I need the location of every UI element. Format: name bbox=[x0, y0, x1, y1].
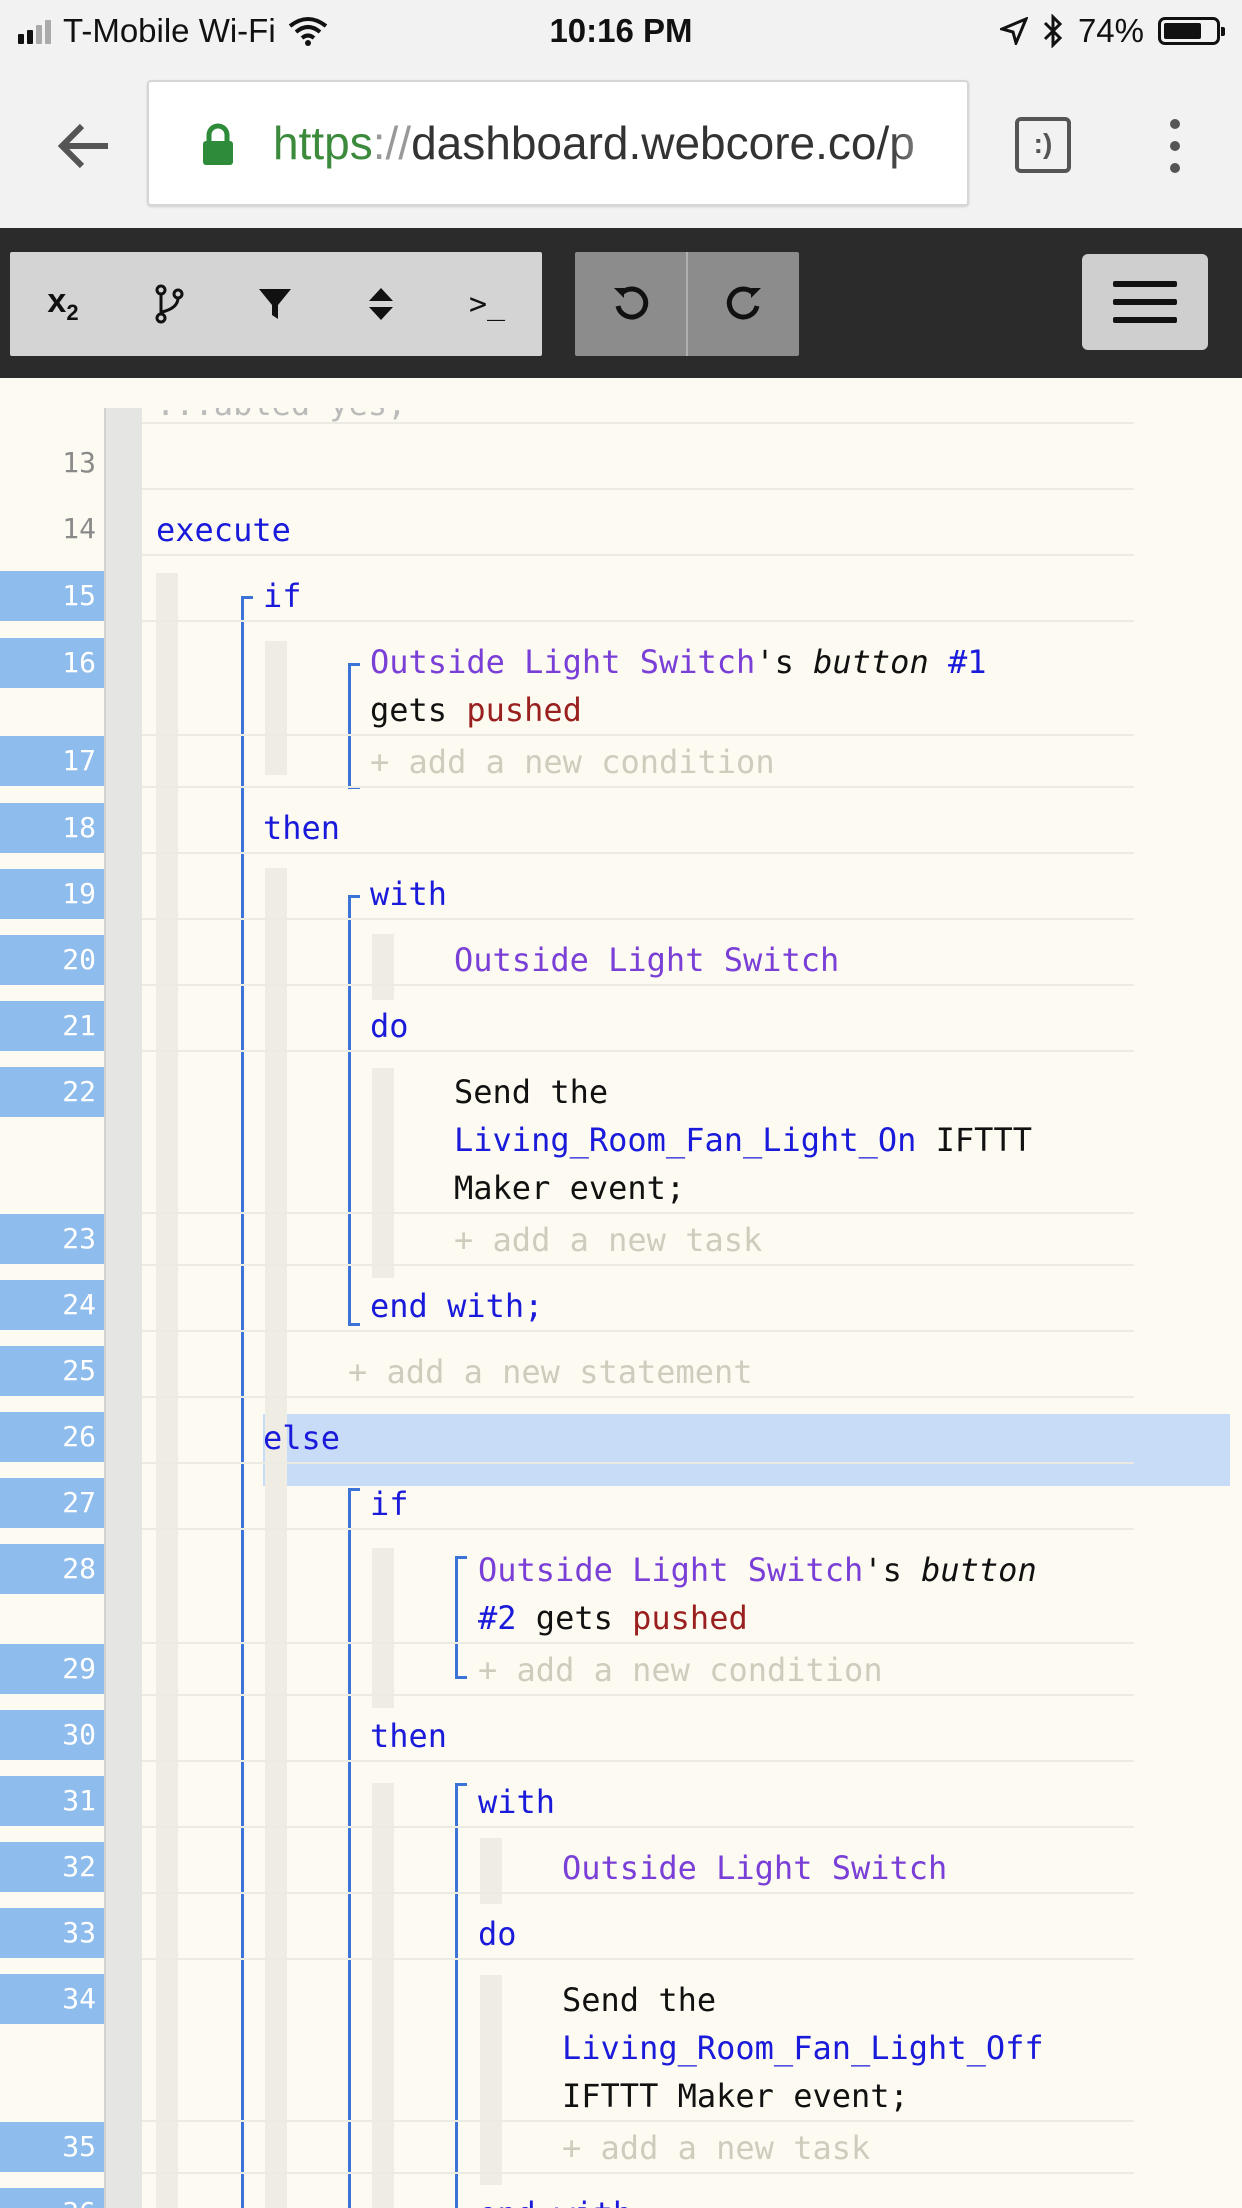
condition-statement[interactable]: Outside Light Switch's button bbox=[478, 1546, 1037, 1594]
task-statement[interactable]: Send the bbox=[454, 1068, 608, 1116]
add-statement-link[interactable]: + add a new statement bbox=[348, 1348, 753, 1396]
browser-bar: https://dashboard.webcore.co/p :) bbox=[0, 62, 1242, 228]
terminal-icon: >_ bbox=[468, 286, 506, 322]
tab-switcher-button[interactable]: :) bbox=[1015, 117, 1071, 173]
add-task-link[interactable]: + add a new task bbox=[454, 1216, 762, 1264]
if-keyword[interactable]: if bbox=[370, 1480, 409, 1528]
device-name[interactable]: Outside Light Switch bbox=[562, 1844, 947, 1892]
redo-button[interactable] bbox=[688, 252, 799, 356]
line-number[interactable]: 24 bbox=[0, 1280, 104, 1330]
do-keyword[interactable]: do bbox=[370, 1002, 409, 1050]
code-editor: ...abled yes; 13 14 execute 15 if 16 Out… bbox=[0, 408, 1242, 2208]
line-number[interactable]: 14 bbox=[0, 504, 104, 554]
task-statement-cont[interactable]: Living_Room_Fan_Light_On IFTTT bbox=[454, 1116, 1032, 1164]
selected-line-highlight bbox=[263, 1414, 1230, 1486]
add-task-link[interactable]: + add a new task bbox=[562, 2124, 870, 2172]
line-number[interactable]: 26 bbox=[0, 1412, 104, 1462]
end-with-keyword[interactable]: end with; bbox=[370, 1282, 543, 1330]
editor-edge-bar bbox=[104, 408, 142, 2208]
add-condition-link[interactable]: + add a new condition bbox=[478, 1646, 883, 1694]
if-keyword[interactable]: if bbox=[263, 572, 302, 620]
line-number[interactable]: 22 bbox=[0, 1067, 104, 1117]
toolbar-history-group bbox=[575, 252, 799, 356]
then-keyword[interactable]: then bbox=[263, 804, 340, 852]
line-number[interactable]: 16 bbox=[0, 638, 104, 688]
execute-keyword[interactable]: execute bbox=[156, 506, 291, 554]
then-keyword[interactable]: then bbox=[370, 1712, 447, 1760]
expand-collapse-button[interactable] bbox=[328, 252, 434, 356]
battery-percent: 74% bbox=[1077, 12, 1144, 49]
variables-icon: x2 bbox=[47, 282, 79, 325]
line-number[interactable]: 29 bbox=[0, 1644, 104, 1694]
line-number[interactable]: 15 bbox=[0, 571, 104, 621]
partial-code-line: ...abled yes; bbox=[156, 408, 406, 428]
undo-button[interactable] bbox=[575, 252, 686, 356]
task-statement-cont[interactable]: IFTTT Maker event; bbox=[562, 2072, 909, 2120]
variables-button[interactable]: x2 bbox=[10, 252, 116, 356]
else-keyword[interactable]: else bbox=[263, 1414, 340, 1462]
redo-icon bbox=[726, 286, 761, 320]
line-number[interactable]: 33 bbox=[0, 1908, 104, 1958]
terminal-button[interactable]: >_ bbox=[434, 252, 540, 356]
line-number[interactable]: 21 bbox=[0, 1001, 104, 1051]
do-keyword[interactable]: do bbox=[478, 1910, 517, 1958]
line-number[interactable]: 19 bbox=[0, 869, 104, 919]
filter-button[interactable] bbox=[222, 252, 328, 356]
expand-collapse-icon bbox=[369, 288, 393, 320]
line-number[interactable]: 27 bbox=[0, 1478, 104, 1528]
condition-statement[interactable]: Outside Light Switch's button #1 bbox=[370, 638, 987, 686]
undo-icon bbox=[613, 286, 648, 320]
line-number[interactable]: 25 bbox=[0, 1346, 104, 1396]
task-statement[interactable]: Send the bbox=[562, 1976, 716, 2024]
line-number[interactable]: 35 bbox=[0, 2122, 104, 2172]
back-arrow-icon[interactable] bbox=[52, 114, 116, 178]
line-number[interactable]: 23 bbox=[0, 1214, 104, 1264]
location-arrow-icon bbox=[999, 17, 1028, 45]
line-number[interactable]: 34 bbox=[0, 1974, 104, 2024]
branch-button[interactable] bbox=[116, 252, 222, 356]
line-number[interactable]: 36 bbox=[0, 2188, 104, 2208]
overflow-menu-icon[interactable] bbox=[1160, 114, 1190, 178]
line-number[interactable]: 18 bbox=[0, 803, 104, 853]
line-number[interactable]: 31 bbox=[0, 1776, 104, 1826]
branch-icon bbox=[155, 284, 184, 324]
task-statement-cont[interactable]: Living_Room_Fan_Light_Off bbox=[562, 2024, 1044, 2072]
editor-toolbar: x2 >_ bbox=[0, 228, 1242, 378]
line-number[interactable]: 17 bbox=[0, 736, 104, 786]
task-statement-cont[interactable]: Maker event; bbox=[454, 1164, 685, 1212]
address-bar[interactable]: https://dashboard.webcore.co/p bbox=[147, 80, 969, 206]
line-number[interactable]: 13 bbox=[0, 438, 104, 488]
with-keyword[interactable]: with bbox=[478, 1778, 555, 1826]
filter-icon bbox=[259, 289, 291, 319]
line-number[interactable]: 28 bbox=[0, 1544, 104, 1594]
add-condition-link[interactable]: + add a new condition bbox=[370, 738, 775, 786]
status-bar: T-Mobile Wi-Fi 10:16 PM 74% bbox=[0, 0, 1242, 62]
lock-icon bbox=[203, 123, 233, 165]
line-number[interactable]: 32 bbox=[0, 1842, 104, 1892]
line-number[interactable]: 20 bbox=[0, 935, 104, 985]
url-text: https://dashboard.webcore.co/p bbox=[273, 117, 915, 169]
battery-icon bbox=[1158, 17, 1225, 45]
with-keyword[interactable]: with bbox=[370, 870, 447, 918]
condition-statement-cont[interactable]: #2 gets pushed bbox=[478, 1594, 748, 1642]
device-name[interactable]: Outside Light Switch bbox=[454, 936, 839, 984]
line-number[interactable]: 30 bbox=[0, 1710, 104, 1760]
toolbar-tools-group: x2 >_ bbox=[10, 252, 542, 356]
bluetooth-icon bbox=[1043, 14, 1063, 48]
end-with-keyword[interactable]: end with; bbox=[478, 2190, 651, 2208]
condition-statement-cont[interactable]: gets pushed bbox=[370, 686, 582, 734]
hamburger-menu-button[interactable] bbox=[1082, 254, 1208, 350]
